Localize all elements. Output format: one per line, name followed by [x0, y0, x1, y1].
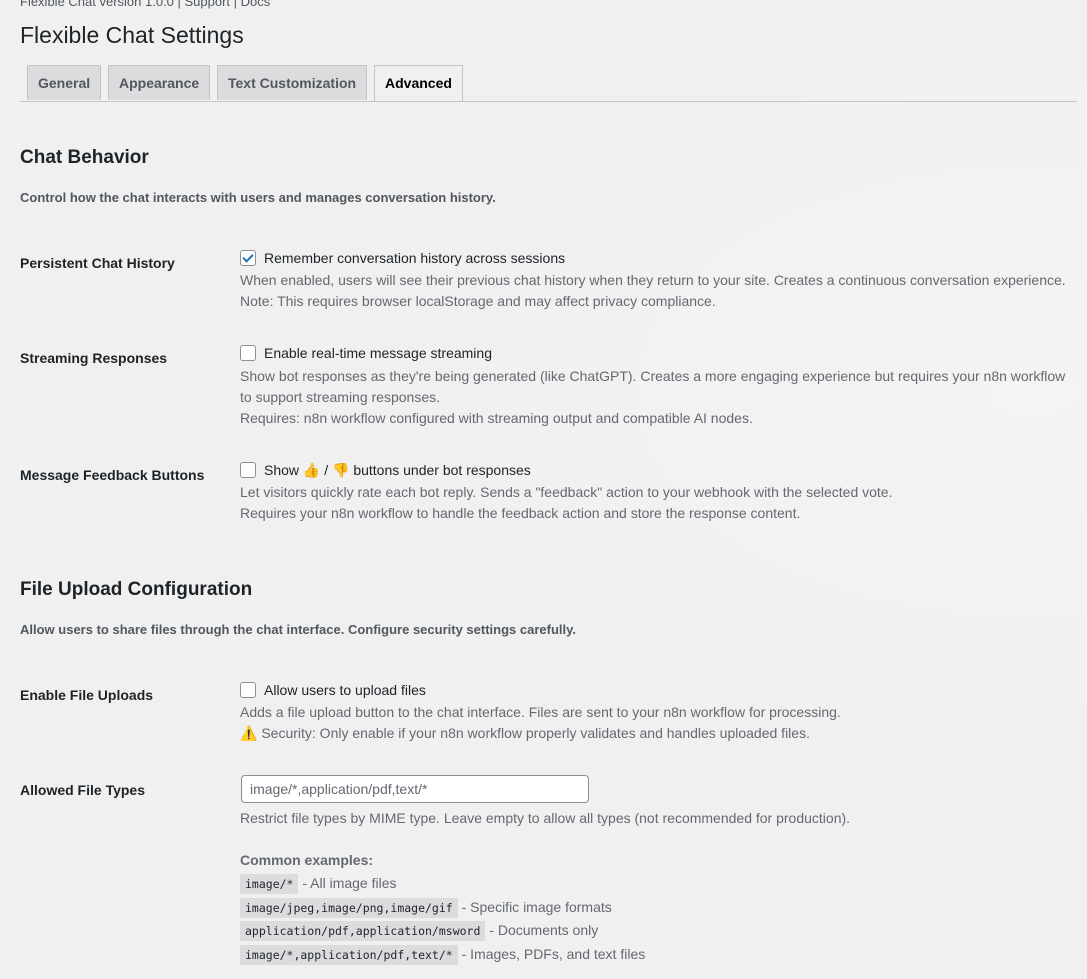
feedback-help: Let visitors quickly rate each bot reply…	[240, 484, 893, 500]
persistent-history-note: Note: This requires browser localStorage…	[240, 293, 716, 309]
example-code: image/*	[240, 874, 299, 894]
label-persistent-chat-history: Persistent Chat History	[20, 255, 175, 271]
streaming-checkbox[interactable]	[240, 345, 256, 361]
persistent-history-help: When enabled, users will see their previ…	[240, 272, 1066, 288]
top-cut-text: Flexible Chat version 1.0.0 | Support | …	[20, 0, 271, 9]
persistent-history-checkbox[interactable]	[240, 250, 256, 266]
file-upload-help: Adds a file upload button to the chat in…	[240, 704, 841, 720]
settings-tabs: General Appearance Text Customization Ad…	[20, 65, 1077, 102]
allowed-file-types-input[interactable]	[241, 775, 589, 803]
example-code: image/jpeg,image/png,image/gif	[240, 897, 458, 918]
tab-appearance[interactable]: Appearance	[108, 65, 211, 100]
tab-general[interactable]: General	[27, 65, 102, 100]
example-text: - All image files	[302, 875, 397, 891]
field-enable-file-uploads: Allow users to upload files Adds a file …	[240, 680, 1075, 744]
label-enable-file-uploads: Enable File Uploads	[20, 687, 154, 703]
field-streaming-responses: Enable real-time message streaming Show …	[240, 343, 1075, 429]
example-code: image/*,application/pdf,text/*	[240, 944, 458, 965]
feedback-checkbox[interactable]	[240, 462, 256, 478]
section-description-chat-behavior: Control how the chat interacts with user…	[20, 190, 496, 205]
example-text: - Specific image formats	[461, 898, 612, 915]
tab-text-customization[interactable]: Text Customization	[217, 65, 368, 100]
streaming-requirement: Requires: n8n workflow configured with s…	[240, 410, 753, 426]
section-heading-file-upload: File Upload Configuration	[20, 579, 253, 600]
page-title: Flexible Chat Settings	[20, 22, 244, 48]
persistent-history-checkbox-label[interactable]: Remember conversation history across ses…	[264, 250, 565, 266]
label-allowed-file-types: Allowed File Types	[20, 782, 145, 798]
example-line: image/jpeg,image/png,image/gif - Specifi…	[240, 896, 1075, 920]
example-line: image/*,application/pdf,text/* - Images,…	[240, 943, 1075, 967]
example-line: image/* - All image files	[240, 872, 1075, 896]
file-upload-security-warning: ⚠️ Security: Only enable if your n8n wor…	[240, 725, 810, 741]
allowed-file-types-help: Restrict file types by MIME type. Leave …	[240, 810, 851, 826]
field-allowed-file-types-help: Restrict file types by MIME type. Leave …	[240, 808, 1075, 966]
tab-advanced[interactable]: Advanced	[374, 65, 463, 101]
feedback-requirement: Requires your n8n workflow to handle the…	[240, 505, 801, 521]
example-text: - Documents only	[489, 922, 599, 938]
label-message-feedback-buttons: Message Feedback Buttons	[20, 467, 205, 483]
streaming-help: Show bot responses as they're being gene…	[240, 368, 1066, 405]
file-upload-checkbox[interactable]	[240, 682, 256, 698]
section-description-file-upload: Allow users to share files through the c…	[20, 622, 576, 637]
label-streaming-responses: Streaming Responses	[20, 350, 168, 366]
field-persistent-chat-history: Remember conversation history across ses…	[240, 248, 1075, 312]
field-message-feedback-buttons: Show 👍 / 👎 buttons under bot responses L…	[240, 460, 1075, 524]
common-examples-heading: Common examples:	[240, 852, 374, 868]
feedback-checkbox-label[interactable]: Show 👍 / 👎 buttons under bot responses	[264, 462, 531, 479]
file-upload-checkbox-label[interactable]: Allow users to upload files	[264, 682, 426, 698]
example-line: application/pdf,application/msword - Doc…	[240, 919, 1075, 943]
streaming-checkbox-label[interactable]: Enable real-time message streaming	[264, 345, 492, 361]
example-code: application/pdf,application/msword	[240, 921, 486, 941]
example-text: - Images, PDFs, and text files	[461, 945, 646, 962]
section-heading-chat-behavior: Chat Behavior	[20, 147, 149, 168]
